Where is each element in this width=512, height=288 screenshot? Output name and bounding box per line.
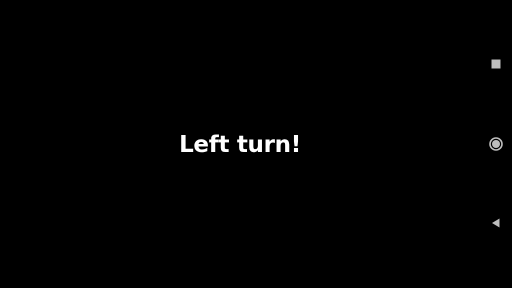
back-button[interactable] <box>487 214 505 232</box>
triangle-back-icon <box>492 218 500 228</box>
navigation-bar <box>480 0 512 288</box>
home-button[interactable] <box>487 135 505 153</box>
app-screen: Left turn! <box>0 0 512 288</box>
recents-button[interactable] <box>487 55 505 73</box>
square-icon <box>491 59 501 69</box>
turn-message: Left turn! <box>179 132 301 158</box>
circle-icon <box>489 137 503 151</box>
main-content: Left turn! <box>0 0 480 288</box>
